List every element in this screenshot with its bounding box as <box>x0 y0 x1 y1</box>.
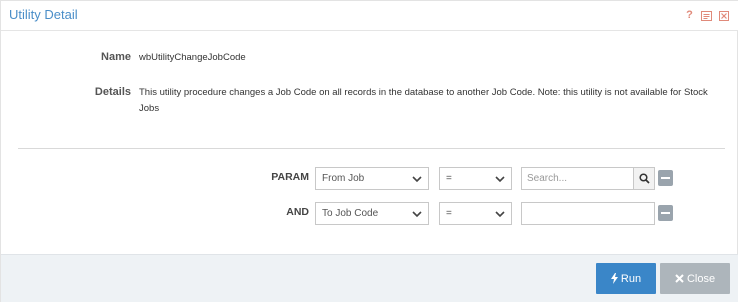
bolt-icon <box>610 273 618 284</box>
operator-select[interactable]: = <box>439 167 512 190</box>
utility-detail-dialog: Utility Detail ? Name wbUtilityChangeJob… <box>0 0 738 302</box>
chevron-down-icon <box>412 211 422 218</box>
value-input[interactable] <box>521 202 655 225</box>
operator-select-value: = <box>446 173 452 184</box>
search-button[interactable] <box>633 167 655 190</box>
help-icon[interactable]: ? <box>684 10 695 21</box>
run-button-label: Run <box>620 272 642 285</box>
field-select[interactable]: To Job Code <box>315 202 429 225</box>
close-button[interactable]: Close <box>660 263 730 294</box>
section-divider <box>18 148 725 149</box>
name-value: wbUtilityChangeJobCode <box>139 52 246 63</box>
field-select-value: From Job <box>322 173 365 184</box>
field-select-value: To Job Code <box>322 208 379 219</box>
param-row-from: PARAM From Job = Search... <box>1 167 738 190</box>
details-value: This utility procedure changes a Job Cod… <box>139 87 708 114</box>
chevron-down-icon <box>412 176 422 183</box>
search-icon <box>638 173 650 184</box>
notes-icon[interactable] <box>701 10 712 21</box>
dialog-title: Utility Detail <box>9 7 78 22</box>
param-row-to: AND To Job Code = <box>1 202 738 225</box>
chevron-down-icon <box>495 211 505 218</box>
field-select[interactable]: From Job <box>315 167 429 190</box>
search-input-placeholder: Search... <box>527 173 568 184</box>
run-button[interactable]: Run <box>596 263 656 294</box>
operator-select-value: = <box>446 208 452 219</box>
param-label: AND <box>286 206 309 218</box>
close-button-label: Close <box>686 272 716 285</box>
operator-select[interactable]: = <box>439 202 512 225</box>
dialog-footer: Run Close <box>1 254 738 302</box>
chevron-down-icon <box>495 176 505 183</box>
dialog-header: Utility Detail ? <box>1 1 738 31</box>
name-label: Name <box>101 51 131 63</box>
remove-param-button[interactable] <box>658 170 673 186</box>
close-icon[interactable] <box>718 10 729 21</box>
param-label: PARAM <box>271 171 309 183</box>
close-x-icon <box>675 274 684 283</box>
search-input[interactable]: Search... <box>521 167 634 190</box>
remove-param-button[interactable] <box>658 205 673 221</box>
details-label: Details <box>94 86 131 98</box>
header-icons: ? <box>684 10 729 21</box>
